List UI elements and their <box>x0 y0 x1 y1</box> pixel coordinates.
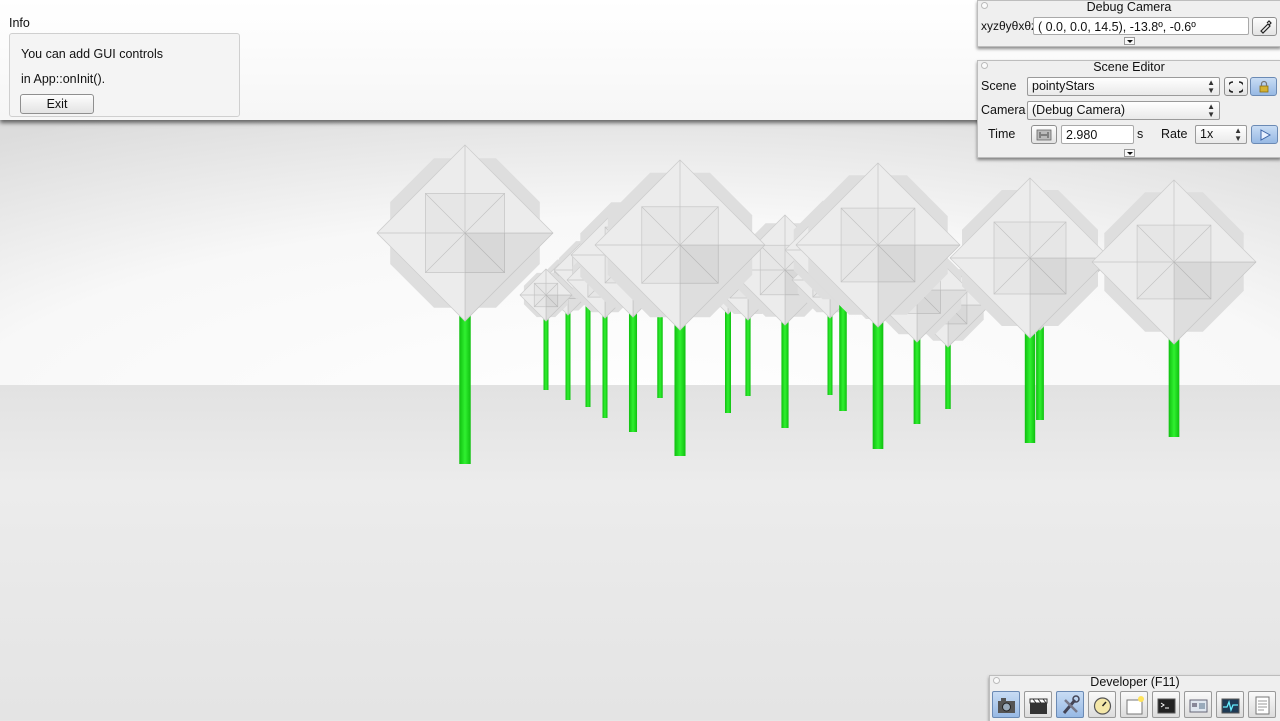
star-stem <box>565 303 571 400</box>
film-reset-icon <box>1036 129 1052 141</box>
rate-value: 1x <box>1200 127 1214 141</box>
new-window-tool-button[interactable] <box>1120 691 1148 718</box>
camera-icon <box>998 698 1015 713</box>
info-title: Info <box>9 16 30 30</box>
scene-label: Scene <box>981 79 1017 93</box>
document-icon <box>1255 696 1270 715</box>
camera-value: (Debug Camera) <box>1032 103 1126 117</box>
scene-select[interactable]: pointyStars ▲ ▼ <box>1027 77 1220 96</box>
scene-editor-expand-icon[interactable] <box>1124 149 1135 157</box>
scene-editor-icon <box>1189 699 1208 713</box>
stats-icon <box>1221 698 1240 714</box>
new-window-icon <box>1126 696 1144 715</box>
tools-icon <box>1062 695 1080 714</box>
debug-camera-expand-icon[interactable] <box>1124 37 1135 45</box>
select-arrows-icon: ▲ ▼ <box>1207 78 1215 95</box>
time-label: Time <box>988 127 1016 141</box>
scene-value: pointyStars <box>1032 79 1095 93</box>
tools-tool-button[interactable] <box>1056 691 1084 718</box>
select-arrows-icon: ▲ ▼ <box>1234 126 1242 143</box>
play-button[interactable] <box>1251 125 1278 144</box>
clapperboard-icon <box>1029 698 1048 714</box>
profiler-tool-button[interactable] <box>1088 691 1116 718</box>
play-icon <box>1260 129 1271 141</box>
copy-camera-button[interactable] <box>1252 17 1277 36</box>
exit-button[interactable]: Exit <box>20 94 94 114</box>
lock-icon <box>1259 80 1268 93</box>
time-reset-button[interactable] <box>1031 125 1057 144</box>
clapperboard-tool-button[interactable] <box>1024 691 1052 718</box>
star-stem <box>543 310 549 390</box>
document-tool-button[interactable] <box>1248 691 1276 718</box>
camera-select[interactable]: (Debug Camera) ▲ ▼ <box>1027 101 1220 120</box>
lock-scene-button[interactable] <box>1250 77 1277 96</box>
reload-icon <box>1227 81 1245 93</box>
scene-editor-tool-button[interactable] <box>1184 691 1212 718</box>
floor <box>0 385 1280 720</box>
scene-editor-window: Scene Editor Scene pointyStars ▲ ▼ Camera… <box>977 60 1280 158</box>
debug-camera-title: Debug Camera <box>1086 0 1172 14</box>
debug-camera-window: Debug Camera xyzθyθxθz ( 0.0, 0.0, 14.5)… <box>977 0 1280 47</box>
camera-coords-field[interactable]: ( 0.0, 0.0, 14.5), -13.8º, -0.6º <box>1033 17 1249 35</box>
console-icon <box>1157 698 1176 714</box>
star-stem <box>602 302 608 418</box>
time-input[interactable]: 2.980 <box>1061 125 1134 144</box>
info-panel: You can add GUI controls in App::onInit(… <box>9 33 240 117</box>
time-unit: s <box>1137 127 1144 141</box>
copy-icon <box>1259 20 1272 34</box>
info-line-2: in App::onInit(). <box>21 72 106 86</box>
xyz-label: xyzθyθxθz <box>981 19 1038 33</box>
rate-select[interactable]: 1x ▲ ▼ <box>1195 125 1247 144</box>
camera-tool-button[interactable] <box>992 691 1020 718</box>
info-line-1: You can add GUI controls <box>21 47 163 61</box>
reload-scene-button[interactable] <box>1224 77 1248 96</box>
stats-tool-button[interactable] <box>1216 691 1244 718</box>
camera-label: Camera <box>981 103 1026 117</box>
console-tool-button[interactable] <box>1152 691 1180 718</box>
select-arrows-icon: ▲ ▼ <box>1207 102 1215 119</box>
developer-title: Developer (F11) <box>1090 675 1180 689</box>
rate-label: Rate <box>1161 127 1188 141</box>
profiler-icon <box>1093 697 1112 715</box>
scene-editor-title: Scene Editor <box>1093 60 1165 74</box>
